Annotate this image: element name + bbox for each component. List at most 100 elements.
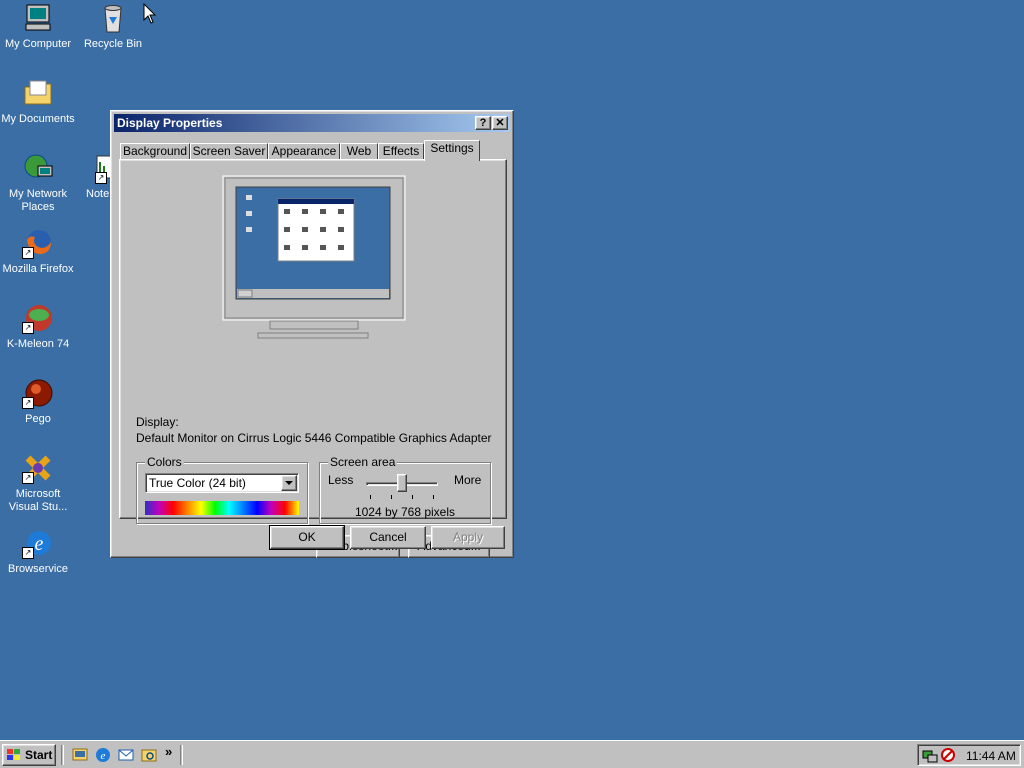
tab-label: Web (346, 144, 372, 158)
resolution-slider[interactable] (366, 473, 438, 501)
ie-icon: e ↗ (22, 527, 54, 559)
colors-select-value: True Color (24 bit) (149, 476, 246, 490)
desktop-icon-label: Mozilla Firefox (2, 263, 74, 275)
show-desktop-icon (72, 748, 88, 761)
recycle-bin-icon (97, 2, 129, 34)
shortcut-arrow-icon: ↗ (95, 172, 107, 184)
cancel-button[interactable]: Cancel (350, 526, 426, 549)
outlook-icon (118, 749, 134, 761)
colors-group: Colors True Color (24 bit) (136, 455, 308, 524)
more-label: More (454, 473, 482, 487)
settings-panel: Display: Default Monitor on Cirrus Logic… (119, 159, 507, 558)
desktop-icon-label: My Network Places (8, 188, 68, 213)
desktop-icon-visual-studio[interactable]: ↗ Microsoft Visual Stu... (0, 452, 76, 514)
desktop-icon-my-computer[interactable]: My Computer (0, 2, 76, 51)
desktop-icon-label: Recycle Bin (83, 38, 143, 50)
desktop-icon-pego[interactable]: ↗ Pego (0, 377, 76, 426)
close-button[interactable]: ✕ (492, 116, 508, 130)
display-adapter-text: Default Monitor on Cirrus Logic 5446 Com… (136, 431, 492, 445)
display-properties-window: Display Properties ? ✕ Background Screen… (110, 110, 514, 558)
visual-studio-icon: ↗ (22, 452, 54, 484)
pego-icon: ↗ (22, 377, 54, 409)
start-button[interactable]: Start (2, 744, 56, 766)
clock[interactable]: 11:44 AM (966, 749, 1016, 763)
screen-area-group-title: Screen area (328, 455, 398, 469)
display-label: Display: (136, 415, 179, 429)
tab-label: Background (122, 144, 188, 158)
desktop-icon-my-network-places[interactable]: My Network Places (0, 152, 76, 214)
explorer-icon (141, 749, 157, 762)
quick-launch-more-icon[interactable]: » (165, 744, 172, 759)
tab-effects[interactable]: Effects (378, 143, 424, 160)
desktop-icon-recycle-bin[interactable]: Recycle Bin (75, 2, 151, 51)
color-spectrum-bar (145, 501, 299, 515)
volume-tray-icon[interactable] (940, 747, 956, 763)
screen-area-group: Screen area Less More 1024 by 768 pixels (319, 455, 491, 524)
apply-label: Apply (452, 530, 484, 544)
tab-appearance[interactable]: Appearance (268, 143, 340, 160)
chevron-down-icon (285, 481, 293, 485)
colors-select[interactable]: True Color (24 bit) (145, 473, 299, 493)
desktop-icon-label: My Computer (4, 38, 72, 50)
ie-icon: e (96, 748, 110, 762)
svg-text:e: e (35, 533, 44, 555)
tab-label: Screen Saver (192, 144, 266, 158)
apply-button[interactable]: Apply (431, 526, 505, 549)
firefox-icon: ↗ (22, 227, 54, 259)
svg-text:e: e (101, 750, 106, 762)
quick-launch-outlook[interactable] (118, 747, 134, 763)
help-button[interactable]: ? (475, 116, 491, 130)
network-tray-icon[interactable] (922, 747, 938, 763)
desktop-icon-my-documents[interactable]: My Documents (0, 77, 76, 126)
folder-icon (22, 77, 54, 109)
desktop-icon-label: Browservice (8, 563, 68, 575)
desktop-icon-label: Pego (25, 413, 51, 425)
taskbar-divider (61, 745, 64, 765)
computer-icon (22, 2, 54, 34)
windows-logo-icon (7, 749, 20, 760)
colors-dropdown-button[interactable] (281, 475, 297, 491)
taskbar-divider (180, 745, 183, 765)
shortcut-arrow-icon: ↗ (22, 397, 34, 409)
colors-group-title: Colors (145, 455, 184, 469)
cancel-label: Cancel (369, 530, 407, 544)
ok-button[interactable]: OK (269, 525, 345, 550)
quick-launch-explorer[interactable] (141, 747, 157, 763)
desktop-icon-label: Microsoft Visual Stu... (8, 488, 68, 513)
shortcut-arrow-icon: ↗ (22, 322, 34, 334)
desktop-icon-notepad[interactable]: ↗ Note (77, 152, 111, 201)
kmeleon-icon: ↗ (22, 302, 54, 334)
start-label: Start (25, 748, 53, 762)
tab-screen-saver[interactable]: Screen Saver (190, 143, 268, 160)
taskbar: Start e » 11:44 AM (0, 740, 1024, 768)
slider-thumb[interactable] (397, 474, 407, 492)
desktop-icon-browservice[interactable]: e ↗ Browservice (0, 527, 76, 576)
close-icon: ✕ (495, 117, 505, 129)
tab-label: Appearance (271, 144, 337, 158)
system-tray: 11:44 AM (917, 744, 1021, 766)
desktop-icon-label: K-Meleon 74 (6, 338, 70, 350)
notepad-icon: ↗ (95, 152, 111, 184)
shortcut-arrow-icon: ↗ (22, 247, 34, 259)
shortcut-arrow-icon: ↗ (22, 547, 34, 559)
title-bar[interactable]: Display Properties ? ✕ (114, 114, 510, 132)
quick-launch-show-desktop[interactable] (72, 747, 88, 763)
window-title: Display Properties (117, 116, 223, 130)
slider-ticks (370, 495, 434, 499)
network-icon (22, 152, 54, 184)
tab-settings[interactable]: Settings (424, 140, 480, 161)
tab-label: Effects (382, 144, 420, 158)
resolution-value: 1024 by 768 pixels (354, 505, 456, 519)
tab-web[interactable]: Web (340, 143, 378, 160)
less-label: Less (328, 473, 354, 487)
desktop-icon-k-meleon[interactable]: ↗ K-Meleon 74 (0, 302, 76, 351)
monitor-preview (222, 175, 406, 339)
ok-label: OK (298, 530, 316, 544)
help-icon: ? (479, 117, 487, 129)
desktop-icon-mozilla-firefox[interactable]: ↗ Mozilla Firefox (0, 227, 76, 276)
desktop-icon-label: Note (86, 188, 110, 200)
quick-launch-ie[interactable]: e (95, 747, 111, 763)
tab-background[interactable]: Background (120, 143, 190, 160)
shortcut-arrow-icon: ↗ (22, 472, 34, 484)
mouse-cursor-icon (143, 3, 157, 24)
